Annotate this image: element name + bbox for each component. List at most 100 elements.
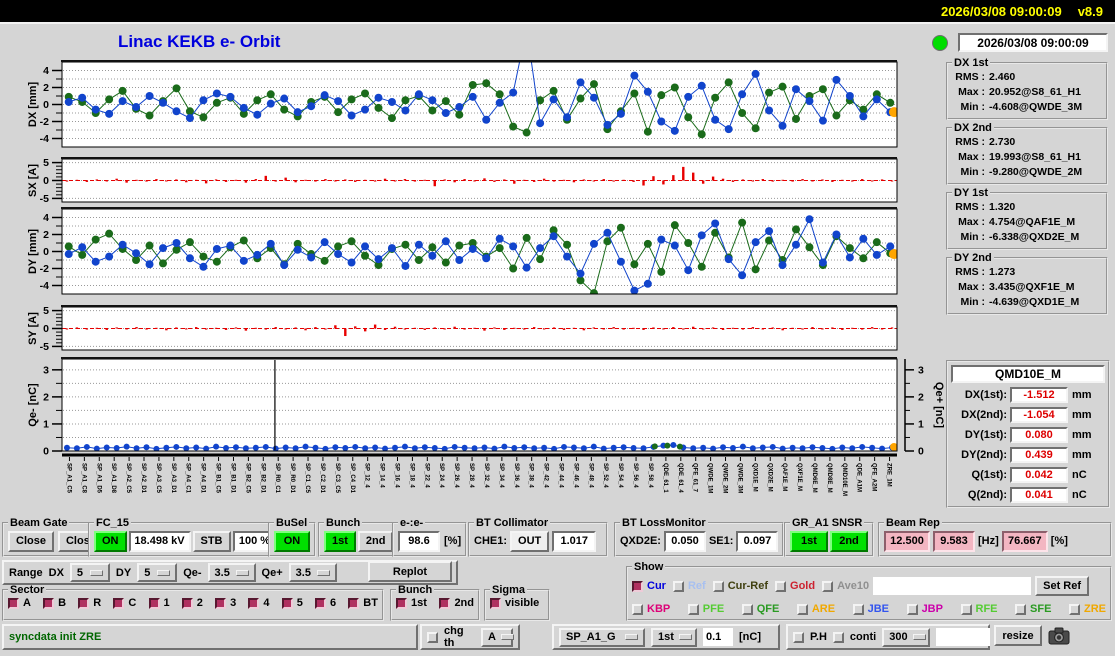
beam-gate-close-1-button[interactable]: Close [8, 530, 54, 552]
threshold-input[interactable] [703, 628, 733, 646]
checkbox-label: 5 [296, 597, 303, 609]
ph-checkbox[interactable] [793, 631, 804, 643]
show-check-jbe[interactable]: JBE [852, 603, 889, 615]
gr-snsr-1st-button[interactable]: 1st [790, 530, 828, 552]
checkbox[interactable] [215, 597, 227, 609]
checkbox[interactable] [632, 580, 643, 592]
stat-value: -4.608@QWDE_3M [989, 101, 1083, 113]
checkbox[interactable] [248, 597, 260, 609]
svg-text:SP_A3_D1: SP_A3_D1 [170, 463, 176, 494]
chg-th-checkbox[interactable] [427, 631, 438, 643]
bpm-monitor-title[interactable]: QMD10E_M [951, 365, 1105, 383]
sector-check-2[interactable]: 2 [181, 597, 203, 609]
count-select[interactable]: 300 [882, 627, 931, 647]
th-select[interactable]: A [481, 627, 514, 647]
checkbox[interactable] [1015, 603, 1027, 615]
checkbox[interactable] [490, 597, 501, 609]
fc15-on-button[interactable]: ON [94, 530, 127, 552]
svg-text:3: 3 [918, 364, 924, 376]
show-check-kbp[interactable]: KBP [632, 603, 670, 615]
show-check-ave10[interactable]: Ave10 [822, 580, 869, 592]
sector-check-3[interactable]: 3 [215, 597, 236, 609]
checkbox[interactable] [281, 597, 293, 609]
checkbox[interactable] [43, 597, 55, 609]
control-row-select: Sector A B R C 1 2 3 4 5 6 BT Bunch 1st 2nd Sigma v… [0, 561, 1115, 622]
checkbox[interactable] [78, 597, 90, 609]
replot-button[interactable]: Replot [368, 561, 452, 582]
range-qem-select[interactable]: 3.5 [207, 563, 256, 582]
range-qep-select[interactable]: 3.5 [288, 563, 337, 582]
sector-check-bt[interactable]: BT [348, 597, 378, 609]
checkbox[interactable] [148, 597, 160, 609]
checkbox-label: RFE [975, 603, 998, 615]
show-check-ref[interactable]: Ref [672, 580, 706, 592]
bunch-1st-button[interactable]: 1st [324, 530, 356, 552]
checkbox-label: Cur-Ref [727, 580, 769, 592]
show-check-are[interactable]: ARE [796, 603, 835, 615]
qxd2e-label: QXD2E: [620, 535, 661, 547]
sector-check-4[interactable]: 4 [248, 597, 270, 609]
checkbox[interactable] [960, 603, 972, 615]
stat-value: 2.460 [989, 71, 1016, 83]
checkbox[interactable] [396, 597, 407, 609]
show-check-gold[interactable]: Gold [775, 580, 815, 592]
checkbox[interactable] [314, 597, 326, 609]
show-check-cur[interactable]: Cur [632, 580, 666, 592]
show-check-sfe[interactable]: SFE [1015, 603, 1051, 615]
checkbox[interactable] [712, 580, 724, 592]
sp-select[interactable]: SP_A1_G [559, 627, 645, 647]
status-message: syncdata init ZRE [9, 631, 102, 643]
gr-snsr-2nd-button[interactable]: 2nd [830, 530, 868, 552]
checkbox[interactable] [632, 603, 643, 615]
checkbox[interactable] [8, 597, 19, 609]
sector-check-c[interactable]: C [113, 597, 136, 609]
checkbox[interactable] [672, 580, 684, 592]
show-check-zre[interactable]: ZRE [1068, 603, 1106, 615]
sector-check-5[interactable]: 5 [281, 597, 303, 609]
checkbox[interactable] [439, 597, 451, 609]
checkbox[interactable] [113, 597, 125, 609]
bunch-check-1st[interactable]: 1st [396, 597, 427, 609]
sigma-check-visible[interactable]: visible [490, 597, 539, 609]
range-dx-select[interactable]: 5 [69, 563, 110, 582]
snapshot-camera-icon[interactable] [1048, 626, 1070, 650]
sector-check-a[interactable]: A [8, 597, 31, 609]
stat-value: 1.320 [989, 201, 1016, 213]
ref-name-input[interactable] [873, 577, 1032, 595]
sector-check-6[interactable]: 6 [314, 597, 336, 609]
resize-button[interactable]: resize [994, 625, 1042, 646]
bunch-check-2nd[interactable]: 2nd [439, 597, 474, 609]
sector-check-1[interactable]: 1 [148, 597, 170, 609]
show-check-pfe[interactable]: PFE [687, 603, 724, 615]
bunch-2nd-button[interactable]: 2nd [357, 530, 394, 552]
conti-checkbox[interactable] [832, 631, 844, 643]
range-dy-select[interactable]: 5 [137, 563, 178, 582]
extra-input[interactable] [936, 628, 991, 646]
checkbox[interactable] [181, 597, 193, 609]
sector-check-b[interactable]: B [43, 597, 66, 609]
set-ref-button[interactable]: Set Ref [1035, 576, 1090, 596]
show-check-cur-ref[interactable]: Cur-Ref [712, 580, 769, 592]
checkbox[interactable] [687, 603, 699, 615]
checkbox[interactable] [741, 603, 753, 615]
checkbox[interactable] [906, 603, 918, 615]
checkbox[interactable] [1068, 603, 1080, 615]
show-check-jbp[interactable]: JBP [906, 603, 943, 615]
svg-text:0: 0 [43, 446, 49, 458]
checkbox[interactable] [796, 603, 808, 615]
checkbox[interactable] [852, 603, 864, 615]
beam-rep-group: Beam Rep 12.500 9.583 [Hz] 76.667 [%] [878, 517, 1112, 557]
checkbox[interactable] [775, 580, 787, 592]
bunch-select[interactable]: 1st [651, 627, 697, 647]
checkbox-label: Gold [790, 580, 816, 592]
option-menu-icon [316, 569, 330, 576]
che1-out-button[interactable]: OUT [510, 530, 550, 552]
fc15-stb-button[interactable]: STB [192, 530, 231, 552]
sector-check-r[interactable]: R [78, 597, 101, 609]
conti-label: conti [849, 631, 877, 643]
checkbox[interactable] [822, 580, 834, 592]
busel-on-button[interactable]: ON [274, 530, 310, 552]
show-check-rfe[interactable]: RFE [960, 603, 998, 615]
show-check-qfe[interactable]: QFE [741, 603, 779, 615]
checkbox[interactable] [348, 597, 360, 609]
